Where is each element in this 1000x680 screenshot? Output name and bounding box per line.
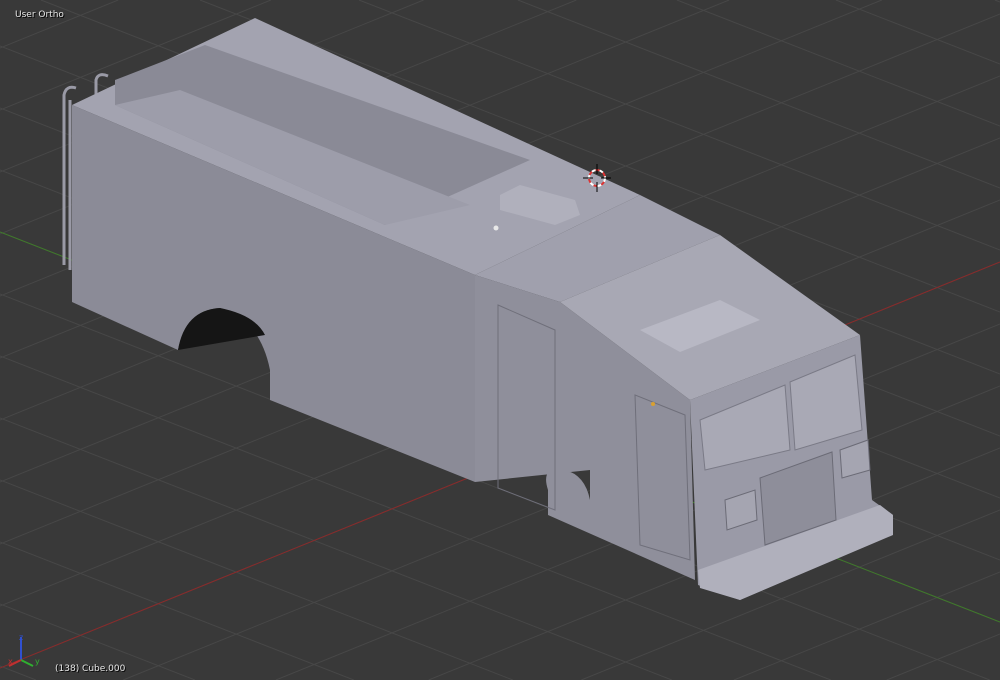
- gizmo-y-line: [20, 659, 34, 667]
- grid-line: [0, 479, 513, 680]
- grid-line: [994, 0, 1000, 3]
- origin-dot: [493, 225, 499, 231]
- x-axis-label: x: [8, 657, 13, 666]
- vertex-dot: [651, 402, 655, 406]
- 3d-viewport[interactable]: z y x: [0, 0, 1000, 680]
- grid-line: [886, 633, 1000, 680]
- object-info-label: (138) Cube.000: [55, 664, 126, 674]
- grid-line: [517, 0, 1000, 189]
- y-axis-label: y: [35, 657, 40, 666]
- z-axis-label: z: [19, 633, 23, 642]
- axis-gizmo: z y x: [8, 633, 40, 667]
- grid-line: [835, 0, 1000, 65]
- grid-line: [0, 541, 354, 680]
- grid-line: [733, 571, 1000, 680]
- grid-line: [0, 665, 37, 680]
- fire-truck-mesh[interactable]: [62, 18, 893, 600]
- view-name-label: User Ortho: [15, 10, 64, 20]
